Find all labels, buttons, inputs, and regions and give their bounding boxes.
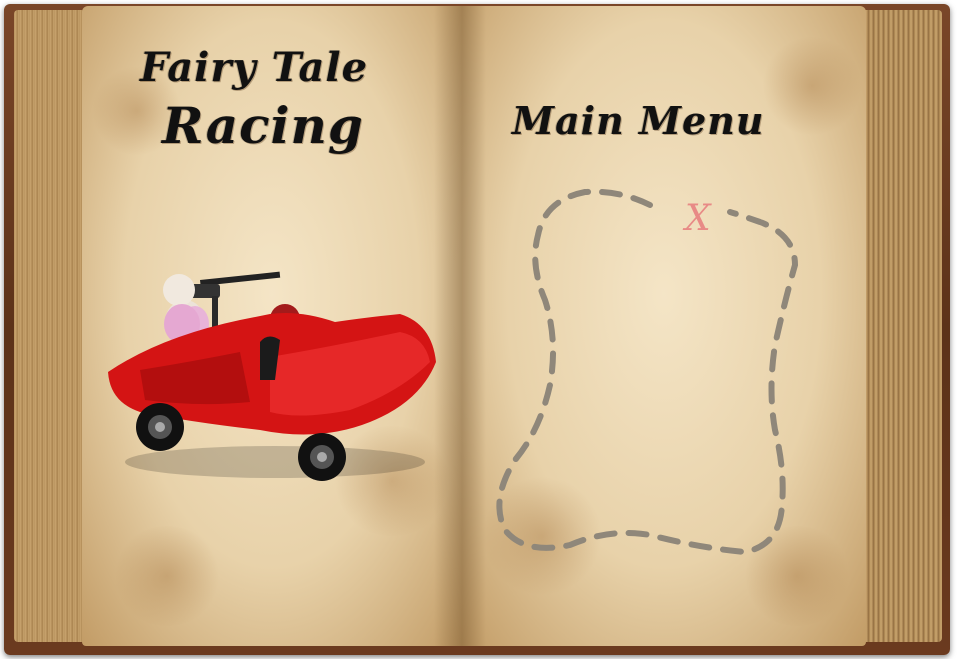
x-marker-icon[interactable]: X xyxy=(682,198,712,239)
race-car-illustration xyxy=(108,271,436,481)
main-menu-screen: Fairy Tale Racing Main Menu X xyxy=(0,0,958,659)
